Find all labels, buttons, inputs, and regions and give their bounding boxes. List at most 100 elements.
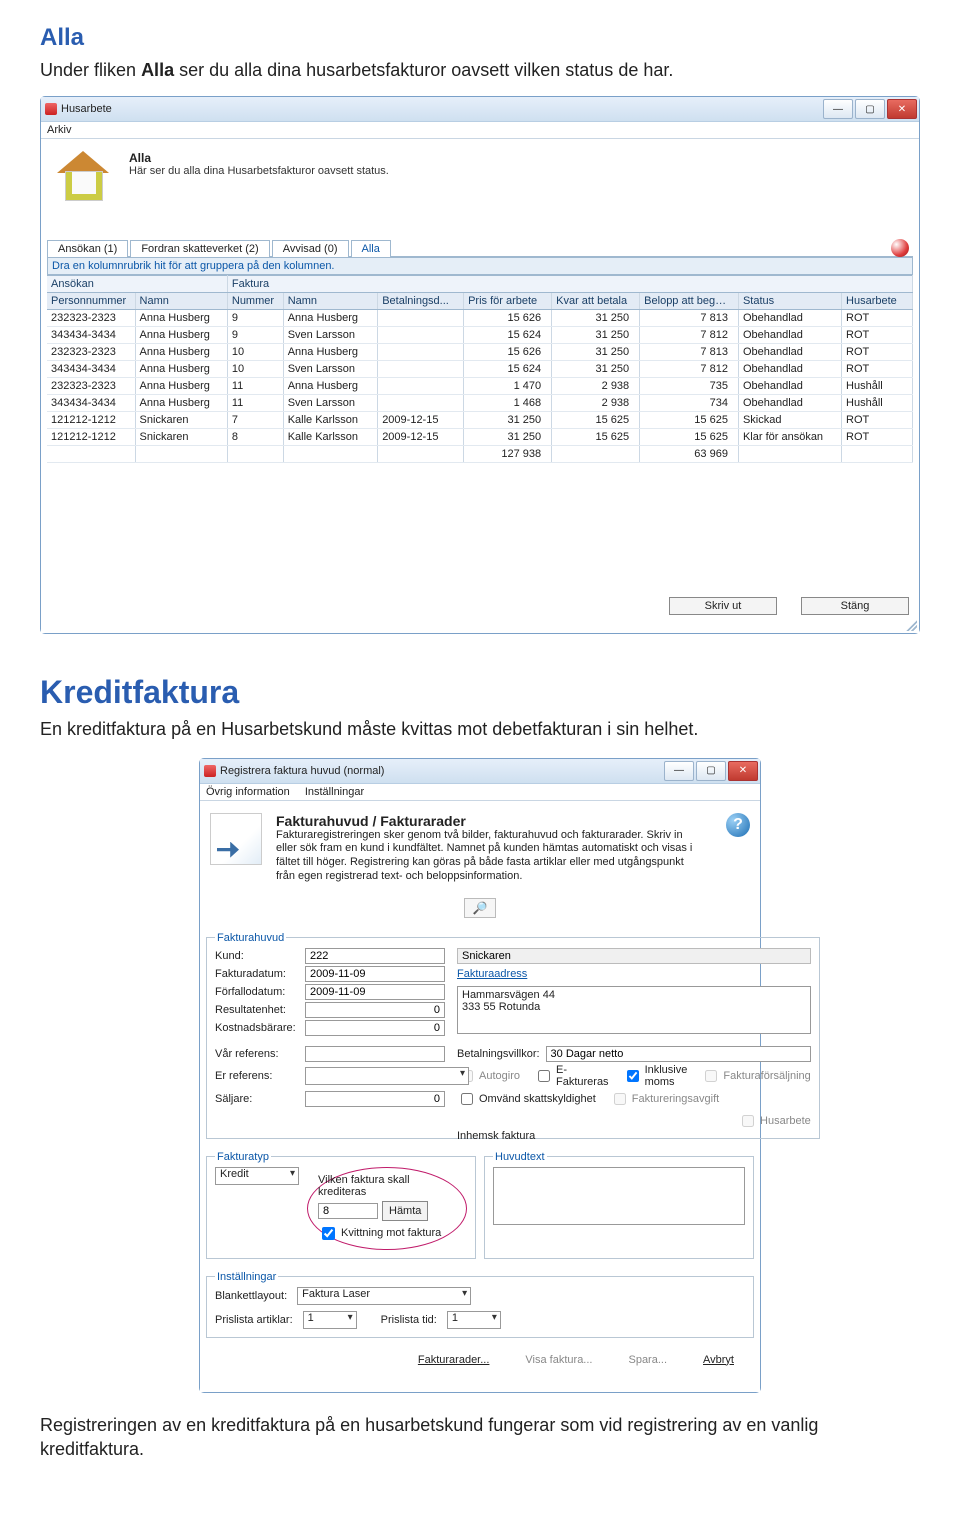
doc-icon xyxy=(210,813,262,865)
col-belopp[interactable]: Belopp att begära xyxy=(640,293,739,310)
table-cell: Klar för ansökan xyxy=(738,429,841,446)
lbl-kund: Kund: xyxy=(215,950,305,962)
minimize-button[interactable]: — xyxy=(823,99,853,119)
table-row[interactable]: 121212-1212Snickaren7Kalle Karlsson2009-… xyxy=(47,412,913,429)
fakturatyp-select[interactable]: Kredit xyxy=(215,1167,299,1185)
menu-arkiv[interactable]: Arkiv xyxy=(47,124,71,136)
kundnamn-field xyxy=(457,948,811,964)
table-row[interactable]: 232323-2323Anna Husberg9Anna Husberg15 6… xyxy=(47,310,913,327)
maximize-button[interactable]: ▢ xyxy=(855,99,885,119)
help-icon[interactable]: ? xyxy=(726,813,750,837)
col-namn1[interactable]: Namn xyxy=(135,293,227,310)
cb-kvittning[interactable]: Kvittning mot faktura xyxy=(318,1224,456,1243)
fakturahuvud-fieldset: Fakturahuvud Kund: Fakturadatum: Faktura… xyxy=(206,932,820,1139)
cb-favgift[interactable]: Faktureringsavgift xyxy=(610,1090,719,1108)
betalningsvillkor-field[interactable] xyxy=(546,1046,811,1062)
huvudtext-fieldset: Huvudtext xyxy=(484,1151,754,1259)
kredit-nr-field[interactable] xyxy=(318,1203,378,1219)
forfallodatum-field[interactable] xyxy=(305,984,445,1000)
col-personnummer[interactable]: Personnummer xyxy=(47,293,135,310)
col-kvar[interactable]: Kvar att betala xyxy=(552,293,640,310)
table-row[interactable]: 343434-3434Anna Husberg9Sven Larsson15 6… xyxy=(47,327,913,344)
avbryt-button[interactable]: Avbryt xyxy=(689,1352,748,1368)
table-cell xyxy=(283,446,377,463)
fakturarader-button[interactable]: Fakturarader... xyxy=(404,1352,504,1368)
lbl-layout: Blankettlayout: xyxy=(215,1290,287,1302)
table-row[interactable]: 232323-2323Anna Husberg10Anna Husberg15 … xyxy=(47,344,913,361)
table-cell: 11 xyxy=(227,395,283,412)
resize-grip[interactable] xyxy=(903,617,917,631)
fakturaadress-box[interactable]: Hammarsvägen 44 333 55 Rotunda xyxy=(457,986,811,1034)
tab-fordran[interactable]: Fordran skatteverket (2) xyxy=(130,240,269,257)
table-cell: Obehandlad xyxy=(738,310,841,327)
table-row[interactable]: 121212-1212Snickaren8Kalle Karlsson2009-… xyxy=(47,429,913,446)
col-status[interactable]: Status xyxy=(738,293,841,310)
table-cell: 15 625 xyxy=(640,429,739,446)
hamta-button[interactable]: Hämta xyxy=(382,1201,428,1221)
blankettlayout-select[interactable]: Faktura Laser xyxy=(297,1287,471,1305)
col-betdat[interactable]: Betalningsd... xyxy=(378,293,464,310)
table-cell: 2009-12-15 xyxy=(378,412,464,429)
reg-title: Fakturahuvud / Fakturarader xyxy=(276,813,696,829)
table-cell: ROT xyxy=(842,327,913,344)
spara-button[interactable]: Spara... xyxy=(614,1352,681,1368)
table-cell: 15 626 xyxy=(464,310,552,327)
huvudtext-field[interactable] xyxy=(493,1167,745,1225)
table-cell: 7 812 xyxy=(640,361,739,378)
table-row[interactable]: 343434-3434Anna Husberg11Sven Larsson1 4… xyxy=(47,395,913,412)
fakturaadress-link[interactable]: Fakturaadress xyxy=(457,968,811,980)
table-row[interactable]: 343434-3434Anna Husberg10Sven Larsson15 … xyxy=(47,361,913,378)
registrera-title: Registrera faktura huvud (normal) xyxy=(220,765,384,777)
print-button[interactable]: Skriv ut xyxy=(669,597,777,615)
close-button[interactable]: ✕ xyxy=(887,99,917,119)
minimize-button[interactable]: — xyxy=(664,761,694,781)
menu-inst[interactable]: Inställningar xyxy=(305,786,364,798)
col-namn2[interactable]: Namn xyxy=(283,293,377,310)
maximize-button[interactable]: ▢ xyxy=(696,761,726,781)
col-nummer[interactable]: Nummer xyxy=(227,293,283,310)
var-referens-field[interactable] xyxy=(305,1046,445,1062)
prislista-artiklar-select[interactable]: 1 xyxy=(303,1311,357,1329)
registrera-titlebar[interactable]: Registrera faktura huvud (normal) — ▢ ✕ xyxy=(200,759,760,784)
cb-inkmoms[interactable]: Inklusive moms xyxy=(623,1064,688,1088)
kostnadsbarare-field[interactable] xyxy=(305,1020,445,1036)
table-cell: Anna Husberg xyxy=(135,378,227,395)
group-hint[interactable]: Dra en kolumnrubrik hit för att gruppera… xyxy=(47,257,913,275)
house-icon xyxy=(51,151,115,207)
menu-ovrig[interactable]: Övrig information xyxy=(206,786,290,798)
table-cell xyxy=(552,446,640,463)
lbl-forf: Förfallodatum: xyxy=(215,986,305,998)
col-husarbete[interactable]: Husarbete xyxy=(842,293,913,310)
huvudtext-legend: Huvudtext xyxy=(493,1151,547,1163)
tab-ansokan[interactable]: Ansökan (1) xyxy=(47,240,128,257)
tab-avvisad[interactable]: Avvisad (0) xyxy=(272,240,349,257)
cb-husarb2[interactable]: Husarbete xyxy=(738,1112,811,1130)
cb-fforsalj[interactable]: Fakturaförsäljning xyxy=(701,1064,810,1088)
close-button[interactable]: ✕ xyxy=(728,761,758,781)
kund-field[interactable] xyxy=(305,948,445,964)
lbl-salj: Säljare: xyxy=(215,1093,305,1105)
fakturahuvud-legend: Fakturahuvud xyxy=(215,932,286,944)
fakturadatum-field[interactable] xyxy=(305,966,445,982)
table-cell: Hushåll xyxy=(842,395,913,412)
table-cell: 31 250 xyxy=(552,344,640,361)
lbl-err: Er referens: xyxy=(215,1070,305,1082)
saljare-field[interactable] xyxy=(305,1091,445,1107)
table-row[interactable]: 232323-2323Anna Husberg11Anna Husberg1 4… xyxy=(47,378,913,395)
tab-alla[interactable]: Alla xyxy=(351,240,391,257)
col-pris[interactable]: Pris för arbete xyxy=(464,293,552,310)
grp-faktura[interactable]: Faktura xyxy=(227,276,912,293)
lbl-res: Resultatenhet: xyxy=(215,1004,305,1016)
table-cell: 9 xyxy=(227,310,283,327)
cb-efakt[interactable]: E-Faktureras xyxy=(534,1064,609,1088)
grp-ansokan[interactable]: Ansökan xyxy=(47,276,227,293)
prislista-tid-select[interactable]: 1 xyxy=(447,1311,501,1329)
close-window-button[interactable]: Stäng xyxy=(801,597,909,615)
husarbete-titlebar[interactable]: Husarbete — ▢ ✕ xyxy=(41,97,919,122)
search-icon[interactable]: 🔎 xyxy=(464,898,496,918)
resultatenhet-field[interactable] xyxy=(305,1002,445,1018)
table-cell: 343434-3434 xyxy=(47,361,135,378)
er-referens-field[interactable] xyxy=(305,1067,469,1085)
cb-omvand[interactable]: Omvänd skattskyldighet xyxy=(457,1090,596,1108)
visa-faktura-button[interactable]: Visa faktura... xyxy=(511,1352,606,1368)
